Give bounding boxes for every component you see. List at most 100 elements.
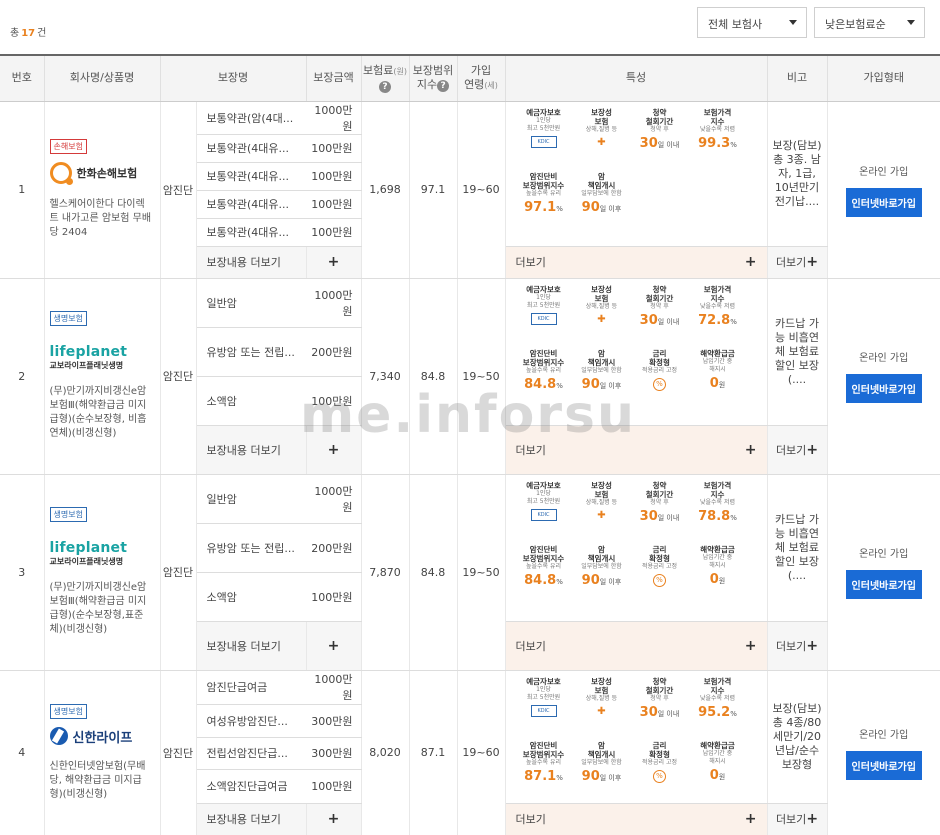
join-age: 19~50 bbox=[457, 474, 506, 671]
deposit-shield-icon: KDIC bbox=[530, 508, 557, 521]
coverage-amount: 1000만원 bbox=[306, 670, 362, 705]
coverage-amount: 1000만원 bbox=[306, 474, 362, 524]
note-more-button[interactable]: 더보기+ bbox=[767, 425, 828, 475]
coverage-amount: 200만원 bbox=[306, 523, 362, 573]
insurance-type-badge: 손해보험 bbox=[49, 139, 87, 154]
note-more-button[interactable]: 더보기+ bbox=[767, 621, 828, 671]
coverage-more-button[interactable]: 보장내용 더보기 bbox=[196, 621, 307, 671]
percent-icon: % bbox=[653, 573, 666, 587]
deposit-shield-icon: KDIC bbox=[530, 135, 557, 148]
internet-join-button[interactable]: 인터넷바로가입 bbox=[845, 570, 922, 599]
coverage-amount: 100만원 bbox=[306, 572, 362, 622]
join-type: 온라인 가입 bbox=[859, 549, 909, 560]
plus-icon: + bbox=[744, 254, 757, 270]
coverage-row: 1 손해보험 한화손해보험 헬스케어이한다 다이렉트 내가고른 암보험 무배당 … bbox=[0, 101, 940, 279]
internet-join-button[interactable]: 인터넷바로가입 bbox=[845, 187, 922, 217]
col-company: 회사명/상품명 bbox=[44, 54, 161, 102]
help-icon[interactable]: ? bbox=[379, 80, 391, 93]
coverage-name: 소액암진단급여금 bbox=[196, 769, 306, 804]
feature-deposit-protection: 예금자보호 1인당 최고 5천만원 KDIC bbox=[516, 108, 572, 170]
col-amount: 보장금액 bbox=[306, 54, 362, 102]
features-cell: 예금자보호 1인당 최고 5천만원 KDIC 보장성 보험 상해,질병 등 ✚ 청약 철회… bbox=[505, 670, 768, 804]
bandage-icon: ✚ bbox=[597, 705, 606, 717]
row-number: 4 bbox=[0, 670, 45, 835]
feature-grid: 예금자보호 1인당 최고 5천만원 KDIC 보장성 보험 상해,질병 등 ✚ 청약 철회… bbox=[516, 677, 767, 803]
coverage-amount: 100만원 bbox=[306, 218, 362, 247]
feature-coverage-index: 암진단비 보장범위지수 높을수록 유리 87.1% bbox=[522, 740, 565, 784]
bandage-icon: ✚ bbox=[597, 509, 606, 521]
company-cell[interactable]: 생명보험 신한라이프 신한인터넷암보험(무배당, 해약환급금 미지급형)(비갱신… bbox=[44, 670, 161, 835]
feature-withdraw-period: 청약 철회기간 청약 후 30일 이내 bbox=[639, 284, 680, 328]
feature-refund: 해약환급금 납입기간 중 해지시 0원 bbox=[700, 348, 735, 391]
coverage-row: 2 생명보험 lifeplanet 교보라이프플래닛생명 (무)만기까지비갱신e암… bbox=[0, 278, 940, 475]
coverage-name: 소액암 bbox=[196, 572, 306, 622]
col-join: 가입형태 bbox=[827, 54, 940, 102]
coverage-more-plus[interactable]: + bbox=[306, 621, 362, 671]
coverage-amount: 1000만원 bbox=[306, 101, 362, 135]
note-more-button[interactable]: 더보기+ bbox=[767, 246, 828, 279]
feature-coverage-index: 암진단비 보장범위지수 높을수록 유리 97.1% bbox=[522, 171, 565, 215]
note: 보장(담보) 총 3종. 남자, 1급, 10년만기 전기납.... bbox=[767, 101, 828, 247]
scope-index: 84.8 bbox=[409, 474, 458, 671]
features-cell: 예금자보호 1인당 최고 5천만원 KDIC 보장성 보험 상해,질병 등 ✚ 청약 철회… bbox=[505, 278, 768, 426]
coverage-name: 일반암 bbox=[196, 278, 306, 328]
product-name[interactable]: (무)만기까지비갱신e암보험Ⅲ(해약환급금 미지급형)(순수보장형,표준체)(비… bbox=[50, 581, 154, 637]
coverage-name: 보통약관(4대유... bbox=[196, 162, 306, 191]
category: 암진단 bbox=[160, 474, 197, 671]
category: 암진단 bbox=[160, 101, 197, 279]
insurance-type-badge: 생명보험 bbox=[49, 703, 87, 719]
feature-protection-type: 보장성 보험 상해,질병 등 ✚ bbox=[585, 107, 618, 148]
company-cell[interactable]: 생명보험 lifeplanet 교보라이프플래닛생명 (무)만기까지비갱신e암보험… bbox=[44, 278, 161, 475]
coverage-name: 유방암 또는 전립... bbox=[196, 327, 306, 377]
col-scope: 보장범위 지수? bbox=[409, 54, 458, 102]
coverage-more-plus[interactable]: + bbox=[306, 246, 362, 279]
results-toolbar: 총 17 건 전체 보험사 낮은보험료순 bbox=[0, 0, 940, 54]
coverage-more-button[interactable]: 보장내용 더보기 bbox=[196, 246, 307, 279]
help-icon[interactable]: ? bbox=[437, 80, 450, 93]
scope-index: 87.1 bbox=[409, 670, 458, 835]
company-filter-select[interactable]: 전체 보험사 bbox=[697, 7, 807, 38]
coverage-more-plus[interactable]: + bbox=[306, 803, 362, 835]
company-cell[interactable]: 생명보험 lifeplanet 교보라이프플래닛생명 (무)만기까지비갱신e암보험… bbox=[44, 474, 161, 671]
features-more-button[interactable]: 더보기 + bbox=[505, 425, 768, 475]
chevron-down-icon bbox=[789, 20, 797, 25]
join-age: 19~60 bbox=[457, 101, 506, 279]
chevron-down-icon bbox=[907, 20, 915, 25]
coverage-amount: 300만원 bbox=[306, 737, 362, 771]
features-more-button[interactable]: 더보기 + bbox=[505, 803, 768, 835]
scope-index: 84.8 bbox=[409, 278, 458, 475]
coverage-name: 보통약관(4대유... bbox=[196, 134, 306, 163]
plus-icon: + bbox=[744, 811, 757, 827]
join-cell: 온라인 가입 인터넷바로가입 bbox=[827, 278, 940, 475]
sort-select[interactable]: 낮은보험료순 bbox=[814, 7, 925, 38]
coverage-more-button[interactable]: 보장내용 더보기 bbox=[196, 425, 307, 475]
percent-icon: % bbox=[653, 377, 666, 391]
product-name[interactable]: 헬스케어이한다 다이렉트 내가고른 암보험 무배당 2404 bbox=[50, 198, 154, 240]
coverage-amount: 100만원 bbox=[306, 769, 362, 804]
plus-icon: + bbox=[806, 441, 819, 458]
coverage-more-plus[interactable]: + bbox=[306, 425, 362, 475]
internet-join-button[interactable]: 인터넷바로가입 bbox=[845, 750, 922, 780]
coverage-more-button[interactable]: 보장내용 더보기 bbox=[196, 803, 307, 835]
join-type: 온라인 가입 bbox=[859, 166, 909, 178]
product-name[interactable]: (무)만기까지비갱신e암보험Ⅲ(해약환급금 미지급형)(순수보장형, 비흡연체)… bbox=[50, 385, 154, 441]
note-more-button[interactable]: 더보기+ bbox=[767, 803, 828, 835]
feature-fixed-rate: 금리 확정형 적용금리 고정 % bbox=[632, 349, 688, 411]
product-name[interactable]: 신한인터넷암보험(무배당, 해약환급금 미지급형)(비갱신형) bbox=[50, 760, 154, 802]
feature-responsibility-start: 암 책임개시 일부담보에 한함 90일 이후 bbox=[581, 171, 622, 215]
feature-coverage-index: 암진단비 보장범위지수 높을수록 유리 84.8% bbox=[522, 544, 565, 588]
feature-fixed-rate: 금리 확정형 적용금리 고정 % bbox=[632, 741, 688, 803]
internet-join-button[interactable]: 인터넷바로가입 bbox=[845, 374, 922, 403]
company-cell[interactable]: 손해보험 한화손해보험 헬스케어이한다 다이렉트 내가고른 암보험 무배당 24… bbox=[44, 101, 161, 279]
coverage-name: 유방암 또는 전립... bbox=[196, 523, 306, 573]
plus-icon: + bbox=[806, 811, 819, 827]
percent-icon: % bbox=[653, 769, 666, 783]
plus-icon: + bbox=[327, 811, 340, 827]
feature-responsibility-start: 암 책임개시 일부담보에 한함 90일 이후 bbox=[581, 348, 622, 392]
col-features: 특성 bbox=[505, 54, 768, 102]
join-type: 온라인 가입 bbox=[859, 353, 909, 364]
feature-price-index: 보험가격 지수 낮을수록 저렴 99.3% bbox=[698, 107, 737, 151]
features-more-button[interactable]: 더보기 + bbox=[505, 246, 768, 279]
features-more-button[interactable]: 더보기 + bbox=[505, 621, 768, 671]
feature-grid: 예금자보호 1인당 최고 5천만원 KDIC 보장성 보험 상해,질병 등 ✚ 청약 철회… bbox=[516, 285, 767, 411]
